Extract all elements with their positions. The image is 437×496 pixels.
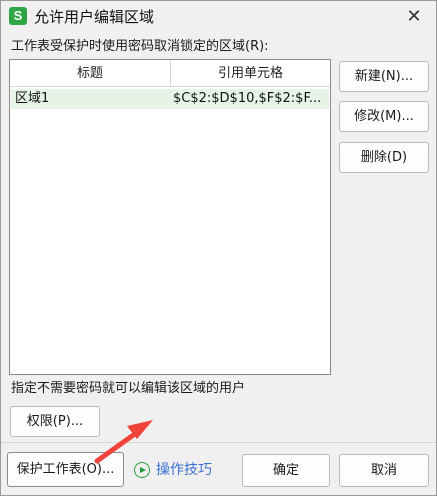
wps-spreadsheet-icon: S [9,7,27,25]
users-label: 指定不需要密码就可以编辑该区域的用户 [11,381,246,396]
row-ref-cell: $C$2:$D$10,$F$2:$F... [173,91,322,106]
list-row[interactable]: 区域1 $C$2:$D$10,$F$2:$F... [11,89,329,109]
permissions-button[interactable]: 权限(P)... [10,406,100,437]
ok-button[interactable]: 确定 [242,454,330,487]
allow-users-edit-ranges-dialog: S 允许用户编辑区域 ✕ 工作表受保护时使用密码取消锁定的区域(R): 标题 引… [0,0,437,496]
column-header-title[interactable]: 标题 [10,60,170,87]
tips-link[interactable]: 操作技巧 [156,460,212,480]
delete-range-button[interactable]: 删除(D) [339,142,429,173]
column-header-ref[interactable]: 引用单元格 [171,60,330,87]
ranges-label: 工作表受保护时使用密码取消锁定的区域(R): [11,39,269,54]
list-header: 标题 引用单元格 [10,60,330,87]
divider [1,442,436,443]
row-title-cell: 区域1 [15,91,50,106]
close-icon[interactable]: ✕ [402,5,426,29]
cancel-button[interactable]: 取消 [339,454,429,487]
protect-sheet-button[interactable]: 保护工作表(O)... [7,452,124,487]
title-bar: S 允许用户编辑区域 ✕ [1,1,436,33]
play-circle-icon[interactable] [134,462,150,478]
new-range-button[interactable]: 新建(N)... [339,61,429,92]
ranges-list[interactable]: 标题 引用单元格 区域1 $C$2:$D$10,$F$2:$F... [9,59,331,375]
dialog-title: 允许用户编辑区域 [34,8,155,26]
modify-range-button[interactable]: 修改(M)... [339,101,429,132]
